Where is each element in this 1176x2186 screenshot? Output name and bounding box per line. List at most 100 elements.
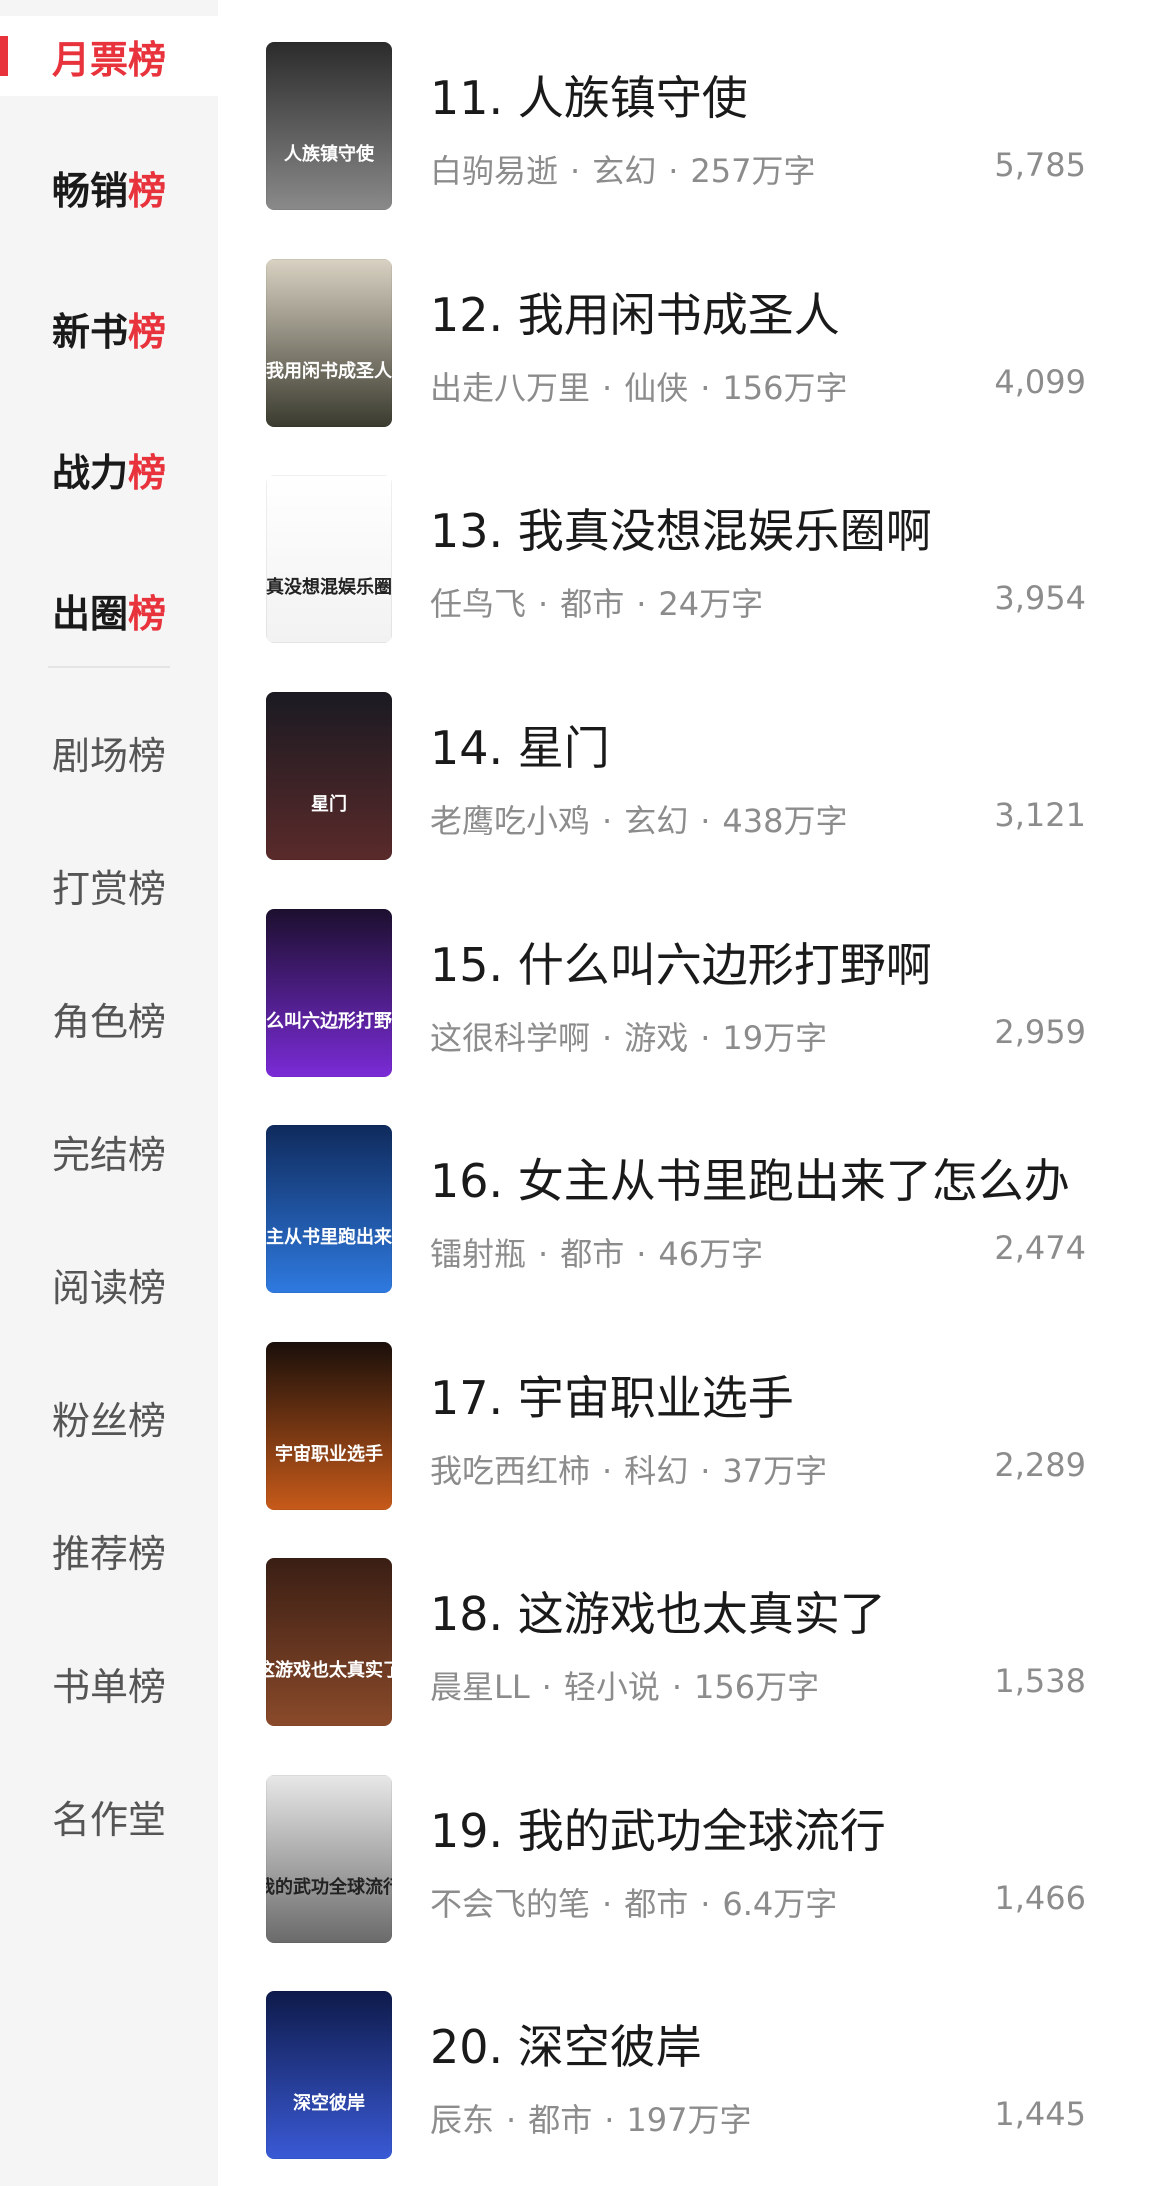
meta-separator: · [668, 152, 679, 190]
book-word-count: 438万字 [722, 802, 848, 840]
ticket-count: 2,289 [994, 1446, 1086, 1484]
book-word-count: 197万字 [626, 2101, 752, 2139]
book-list-item[interactable]: 女主从书里跑出来了 16. 女主从书里跑出来了怎么办 镭射瓶 · 都市 · 46万字 2… [218, 1125, 1176, 1341]
book-list-item[interactable]: 什么叫六边形打野啊 15. 什么叫六边形打野啊 这很科学啊 · 游戏 · 19万字 2,… [218, 909, 1176, 1125]
nav-monthly-ticket[interactable]: 月票榜 [0, 16, 218, 96]
nav-fans[interactable]: 粉丝榜 [0, 1377, 218, 1457]
nav-label-head: 新书 [51, 309, 128, 354]
active-indicator [0, 36, 8, 76]
meta-separator: · [602, 1452, 613, 1490]
nav-label-tail: 榜 [128, 450, 167, 495]
book-cover[interactable]: 这游戏也太真实了 [266, 1558, 392, 1726]
book-cover[interactable]: 宇宙职业选手 [266, 1342, 392, 1510]
book-cover[interactable]: 女主从书里跑出来了 [266, 1125, 392, 1293]
meta-separator: · [602, 802, 613, 840]
nav-label-tail: 榜 [128, 591, 167, 636]
book-cover-art: 宇宙职业选手 [266, 1342, 392, 1510]
book-rank: 15. [430, 938, 504, 992]
nav-label-tail: 榜 [128, 309, 167, 354]
book-title[interactable]: 20. 深空彼岸 [430, 2011, 702, 2077]
nav-new-books[interactable]: 新书榜 [0, 288, 218, 368]
book-word-count: 257万字 [690, 152, 816, 190]
nav-hall-of-fame[interactable]: 名作堂 [0, 1776, 218, 1856]
nav-power[interactable]: 战力榜 [0, 429, 218, 509]
cover-title-text: 人族镇守使 [284, 143, 375, 165]
nav-label-head: 战力 [51, 450, 128, 495]
book-title[interactable]: 13. 我真没想混娱乐圈啊 [430, 495, 932, 561]
book-word-count: 37万字 [722, 1452, 828, 1490]
book-title[interactable]: 14. 星门 [430, 712, 610, 778]
cover-title-text: 我真没想混娱乐圈啊 [266, 576, 392, 598]
ticket-count: 2,959 [994, 1013, 1086, 1051]
rank-sidebar: 月票榜 畅销榜 新书榜 战力榜 出圈榜 剧场榜 打赏榜 角色榜 完结榜 阅读榜 … [0, 0, 218, 2186]
book-list-item[interactable]: 我真没想混娱乐圈啊 13. 我真没想混娱乐圈啊 任鸟飞 · 都市 · 24万字 3,95… [218, 475, 1176, 691]
book-title[interactable]: 11. 人族镇守使 [430, 62, 748, 128]
book-meta: 不会飞的笔 · 都市 · 6.4万字 [430, 1879, 837, 1925]
book-title[interactable]: 16. 女主从书里跑出来了怎么办 [430, 1145, 1070, 1211]
book-cover[interactable]: 深空彼岸 [266, 1991, 392, 2159]
meta-separator: · [541, 1668, 552, 1706]
meta-separator: · [671, 1668, 683, 1706]
nav-label-head: 出圈 [51, 591, 128, 636]
ticket-count: 1,445 [994, 2095, 1086, 2133]
nav-theater[interactable]: 剧场榜 [0, 712, 218, 792]
book-title[interactable]: 12. 我用闲书成圣人 [430, 279, 840, 345]
nav-reading[interactable]: 阅读榜 [0, 1244, 218, 1324]
ticket-count: 3,954 [994, 579, 1086, 617]
meta-separator: · [700, 1019, 711, 1057]
book-meta: 老鹰吃小鸡 · 玄幻 · 438万字 [430, 796, 847, 842]
nav-character[interactable]: 角色榜 [0, 978, 218, 1058]
book-cover[interactable]: 人族镇守使 [266, 42, 392, 210]
book-list-item[interactable]: 深空彼岸 20. 深空彼岸 辰东 · 都市 · 197万字 1,445 [218, 1991, 1176, 2186]
book-title[interactable]: 15. 什么叫六边形打野啊 [430, 929, 932, 995]
cover-title-text: 什么叫六边形打野啊 [266, 1010, 392, 1032]
book-meta: 出走八万里 · 仙侠 · 156万字 [430, 363, 847, 409]
book-author: 不会飞的笔 [430, 1885, 591, 1923]
book-cover-art: 我的武功全球流行 [266, 1775, 392, 1943]
meta-separator: · [700, 802, 711, 840]
book-title[interactable]: 19. 我的武功全球流行 [430, 1795, 886, 1861]
ticket-count: 2,474 [994, 1229, 1086, 1267]
book-list-item[interactable]: 我的武功全球流行 19. 我的武功全球流行 不会飞的笔 · 都市 · 6.4万字 1,4… [218, 1775, 1176, 1991]
book-word-count: 19万字 [722, 1019, 828, 1057]
book-list-item[interactable]: 这游戏也太真实了 18. 这游戏也太真实了 晨星LL · 轻小说 · 156万字 1,5… [218, 1558, 1176, 1774]
nav-booklist[interactable]: 书单榜 [0, 1643, 218, 1723]
book-rank: 11. [430, 71, 504, 125]
sidebar-divider [48, 666, 170, 668]
book-list-item[interactable]: 我用闲书成圣人 12. 我用闲书成圣人 出走八万里 · 仙侠 · 156万字 4,099 [218, 259, 1176, 475]
cover-title-text: 这游戏也太真实了 [266, 1659, 392, 1681]
book-list-item[interactable]: 宇宙职业选手 17. 宇宙职业选手 我吃西红柿 · 科幻 · 37万字 2,289 [218, 1342, 1176, 1558]
book-title[interactable]: 18. 这游戏也太真实了 [430, 1578, 886, 1644]
book-cover[interactable]: 星门 [266, 692, 392, 860]
book-cover[interactable]: 什么叫六边形打野啊 [266, 909, 392, 1077]
cover-title-text: 宇宙职业选手 [275, 1443, 383, 1465]
book-cover[interactable]: 我用闲书成圣人 [266, 259, 392, 427]
nav-completed[interactable]: 完结榜 [0, 1111, 218, 1191]
book-title[interactable]: 17. 宇宙职业选手 [430, 1362, 794, 1428]
book-list-item[interactable]: 星门 14. 星门 老鹰吃小鸡 · 玄幻 · 438万字 3,121 [218, 692, 1176, 908]
nav-breakout[interactable]: 出圈榜 [0, 570, 218, 650]
book-cover-art: 女主从书里跑出来了 [266, 1125, 392, 1293]
cover-title-text: 我用闲书成圣人 [266, 360, 392, 382]
book-genre: 都市 [528, 2101, 593, 2139]
meta-separator: · [570, 152, 581, 190]
book-cover-art: 星门 [266, 692, 392, 860]
book-cover[interactable]: 我真没想混娱乐圈啊 [266, 475, 392, 643]
book-author: 白驹易逝 [430, 152, 559, 190]
book-rank: 18. [430, 1587, 504, 1641]
meta-separator: · [538, 1235, 549, 1273]
nav-bestseller[interactable]: 畅销榜 [0, 147, 218, 227]
book-name: 深空彼岸 [517, 2020, 702, 2074]
book-word-count: 24万字 [658, 585, 764, 623]
rank-page: 月票榜 畅销榜 新书榜 战力榜 出圈榜 剧场榜 打赏榜 角色榜 完结榜 阅读榜 … [0, 0, 1176, 2186]
book-name: 宇宙职业选手 [517, 1371, 794, 1425]
nav-recommend[interactable]: 推荐榜 [0, 1510, 218, 1590]
nav-reward[interactable]: 打赏榜 [0, 845, 218, 925]
book-genre: 都市 [560, 1235, 625, 1273]
meta-separator: · [602, 1019, 613, 1057]
book-author: 晨星LL [430, 1668, 530, 1706]
book-cover[interactable]: 我的武功全球流行 [266, 1775, 392, 1943]
meta-separator: · [700, 369, 711, 407]
book-name: 我的武功全球流行 [517, 1804, 886, 1858]
book-list-item[interactable]: 人族镇守使 11. 人族镇守使 白驹易逝 · 玄幻 · 257万字 5,785 [218, 42, 1176, 258]
